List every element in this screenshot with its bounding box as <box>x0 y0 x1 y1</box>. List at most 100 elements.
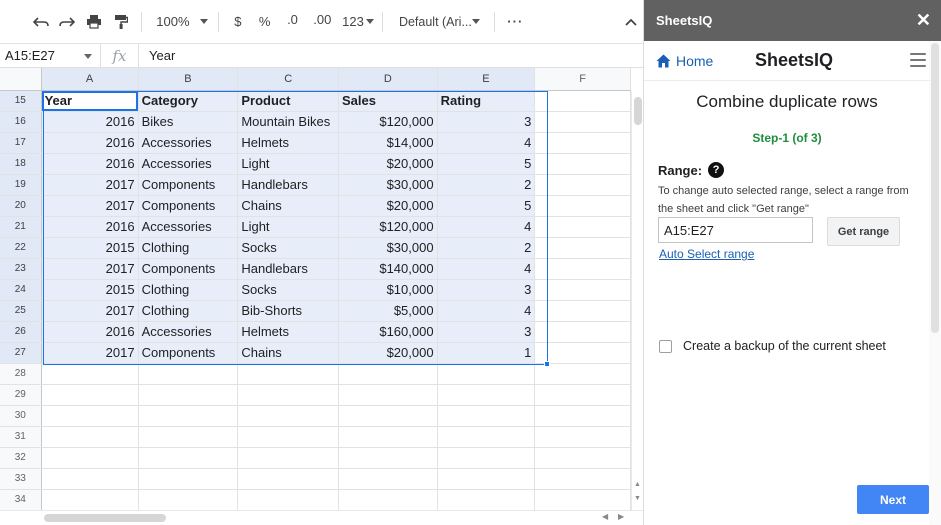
scrollbar-thumb[interactable] <box>931 43 939 333</box>
row-header[interactable]: 15 <box>0 90 42 112</box>
cell-c26[interactable]: Helmets <box>237 321 340 343</box>
help-icon[interactable]: ? <box>708 162 725 178</box>
cell-f15[interactable] <box>534 90 631 112</box>
cell-e34[interactable] <box>437 489 536 510</box>
font-family-select[interactable]: Default (Ari... <box>389 8 488 36</box>
cell-c30[interactable] <box>237 405 340 427</box>
cell-d18[interactable]: $20,000 <box>338 153 438 175</box>
cell-b29[interactable] <box>138 384 239 406</box>
cell-b30[interactable] <box>138 405 239 427</box>
cell-d22[interactable]: $30,000 <box>338 237 438 259</box>
cell-e21[interactable]: 4 <box>437 216 536 238</box>
row-header[interactable]: 31 <box>0 426 42 448</box>
backup-option[interactable]: Create a backup of the current sheet <box>659 339 886 353</box>
zoom-select[interactable]: 100% <box>148 8 212 36</box>
cell-b28[interactable] <box>138 363 239 385</box>
cell-e31[interactable] <box>437 426 536 448</box>
cell-c27[interactable]: Chains <box>237 342 340 364</box>
scrollbar-thumb[interactable] <box>634 97 642 125</box>
cell-f19[interactable] <box>534 174 631 196</box>
next-button[interactable]: Next <box>857 485 929 514</box>
column-header-d[interactable]: D <box>338 68 438 91</box>
cell-f26[interactable] <box>534 321 631 343</box>
cell-b24[interactable]: Clothing <box>138 279 239 301</box>
cell-a26[interactable]: 2016 <box>41 321 139 343</box>
cell-a17[interactable]: 2016 <box>41 132 139 154</box>
currency-format-button[interactable]: $ <box>225 8 251 36</box>
cell-a16[interactable]: 2016 <box>41 111 139 133</box>
cell-d20[interactable]: $20,000 <box>338 195 438 217</box>
cell-e24[interactable]: 3 <box>437 279 536 301</box>
cell-b34[interactable] <box>138 489 239 510</box>
cell-f21[interactable] <box>534 216 631 238</box>
undo-icon[interactable] <box>28 8 54 36</box>
row-header[interactable]: 24 <box>0 279 42 301</box>
cell-e26[interactable]: 3 <box>437 321 536 343</box>
scroll-down-icon[interactable]: ▼ <box>634 495 641 502</box>
cell-c17[interactable]: Helmets <box>237 132 340 154</box>
cell-d16[interactable]: $120,000 <box>338 111 438 133</box>
cell-e29[interactable] <box>437 384 536 406</box>
hamburger-menu-icon[interactable] <box>910 53 926 71</box>
cell-e27[interactable]: 1 <box>437 342 536 364</box>
cell-f18[interactable] <box>534 153 631 175</box>
cell-f31[interactable] <box>534 426 631 448</box>
cell-c18[interactable]: Light <box>237 153 340 175</box>
column-header-f[interactable]: F <box>534 68 631 91</box>
backup-checkbox[interactable] <box>659 339 672 353</box>
cell-a24[interactable]: 2015 <box>41 279 139 301</box>
cell-e32[interactable] <box>437 447 536 469</box>
increase-decimal-button[interactable]: .00 <box>306 8 338 36</box>
get-range-button[interactable]: Get range <box>827 217 900 246</box>
cell-e28[interactable] <box>437 363 536 385</box>
cell-f16[interactable] <box>534 111 631 133</box>
horizontal-scrollbar[interactable]: ◀ ▶ <box>0 510 643 525</box>
cell-c20[interactable]: Chains <box>237 195 340 217</box>
collapse-toolbar-icon[interactable] <box>619 8 643 36</box>
formula-input[interactable]: Year <box>139 48 175 63</box>
cell-f29[interactable] <box>534 384 631 406</box>
cell-e20[interactable]: 5 <box>437 195 536 217</box>
more-options-icon[interactable]: ··· <box>501 8 529 36</box>
scrollbar-thumb[interactable] <box>44 514 166 522</box>
cell-e15[interactable]: Rating <box>437 90 536 112</box>
cell-a31[interactable] <box>41 426 139 448</box>
cell-d26[interactable]: $160,000 <box>338 321 438 343</box>
cell-a19[interactable]: 2017 <box>41 174 139 196</box>
cell-c25[interactable]: Bib-Shorts <box>237 300 340 322</box>
row-header[interactable]: 19 <box>0 174 42 196</box>
row-header[interactable]: 29 <box>0 384 42 406</box>
column-header-c[interactable]: C <box>237 68 340 91</box>
cell-d17[interactable]: $14,000 <box>338 132 438 154</box>
cell-c22[interactable]: Socks <box>237 237 340 259</box>
cell-e23[interactable]: 4 <box>437 258 536 280</box>
row-header[interactable]: 22 <box>0 237 42 259</box>
scroll-right-icon[interactable]: ▶ <box>618 512 624 521</box>
cell-e22[interactable]: 2 <box>437 237 536 259</box>
cell-b19[interactable]: Components <box>138 174 239 196</box>
cell-a20[interactable]: 2017 <box>41 195 139 217</box>
cell-c23[interactable]: Handlebars <box>237 258 340 280</box>
name-box[interactable]: A15:E27 <box>0 43 101 68</box>
close-icon[interactable]: ✕ <box>916 10 931 31</box>
cell-b18[interactable]: Accessories <box>138 153 239 175</box>
cell-a30[interactable] <box>41 405 139 427</box>
cell-e18[interactable]: 5 <box>437 153 536 175</box>
cell-c19[interactable]: Handlebars <box>237 174 340 196</box>
scroll-left-icon[interactable]: ◀ <box>602 512 608 521</box>
cell-c32[interactable] <box>237 447 340 469</box>
cell-b22[interactable]: Clothing <box>138 237 239 259</box>
cell-d28[interactable] <box>338 363 438 385</box>
percent-format-button[interactable]: % <box>251 8 279 36</box>
paint-format-icon[interactable] <box>107 8 135 36</box>
cell-a18[interactable]: 2016 <box>41 153 139 175</box>
cell-c15[interactable]: Product <box>237 90 340 112</box>
row-header[interactable]: 17 <box>0 132 42 154</box>
cell-f30[interactable] <box>534 405 631 427</box>
cell-e19[interactable]: 2 <box>437 174 536 196</box>
row-header[interactable]: 16 <box>0 111 42 133</box>
cell-a29[interactable] <box>41 384 139 406</box>
cell-d24[interactable]: $10,000 <box>338 279 438 301</box>
cell-b31[interactable] <box>138 426 239 448</box>
cell-a21[interactable]: 2016 <box>41 216 139 238</box>
